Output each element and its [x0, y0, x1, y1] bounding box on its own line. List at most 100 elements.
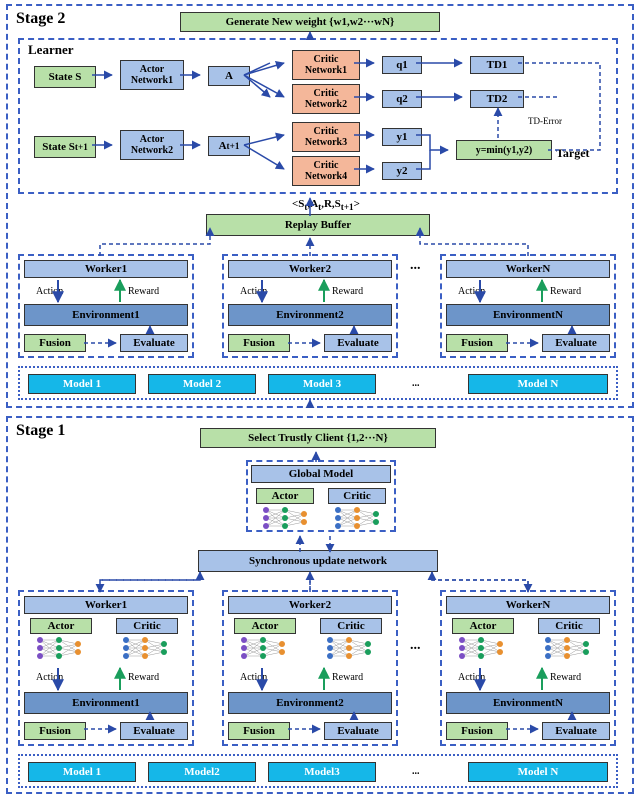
w1-critic: Critic — [116, 618, 178, 634]
action-lbl-s1-N: Action — [458, 672, 485, 683]
fusion-box-s2-N: Fusion — [446, 334, 508, 352]
models-ellipsis-s2: ... — [412, 378, 420, 389]
y2-box: y2 — [382, 162, 422, 180]
env1-box-s1: Environment1 — [24, 692, 188, 714]
At1-sub: t+1 — [227, 141, 240, 151]
action-A-box: A — [208, 66, 250, 86]
ellipsis-s2-workers: ... — [410, 258, 421, 274]
w2-actor-nn-icon — [236, 636, 290, 660]
global-model-box: Global Model Actor Critic — [246, 460, 396, 532]
workerN-group-s1: WorkerN Actor Critic Action Reward Envir… — [440, 590, 616, 746]
reward-lbl-s2-N: Reward — [550, 286, 581, 297]
models-row-s1: Model 1 Model2 Model3 ... Model N — [18, 754, 618, 788]
model3-s1: Model3 — [268, 762, 376, 782]
w2-critic: Critic — [320, 618, 382, 634]
state-st1-sub: t+1 — [75, 142, 88, 152]
modelN-s2: Model N — [468, 374, 608, 394]
actor-network2-box: Actor Network2 — [120, 130, 184, 160]
action-At1-box: At+1 — [208, 136, 250, 156]
global-critic: Critic — [328, 488, 386, 504]
state-s-box: State S — [34, 66, 96, 88]
wN-actor-nn-icon — [454, 636, 508, 660]
workerN-box-s1: WorkerN — [446, 596, 610, 614]
sync-network-box: Synchronous update network — [198, 550, 438, 572]
td-error-label: TD-Error — [528, 116, 562, 126]
evaluate-box-s2-N: Evaluate — [542, 334, 610, 352]
reward-lbl-s1-1: Reward — [128, 672, 159, 683]
w1-actor: Actor — [30, 618, 92, 634]
critic4-box: Critic Network4 — [292, 156, 360, 186]
w2-critic-nn-icon — [322, 636, 376, 660]
y1-box: y1 — [382, 128, 422, 146]
reward-lbl-s2-2: Reward — [332, 286, 363, 297]
stage1-container: Stage 1 Select Trustly Client {1,2···N} … — [6, 416, 634, 794]
q2-box: q2 — [382, 90, 422, 108]
replay-buffer-box: Replay Buffer — [206, 214, 430, 236]
worker2-group-s1: Worker2 Actor Critic Action Reward Envir… — [222, 590, 398, 746]
reward-lbl-s2-1: Reward — [128, 286, 159, 297]
envN-box-s2: EnvironmentN — [446, 304, 610, 326]
model3-s2: Model 3 — [268, 374, 376, 394]
td2-box: TD2 — [470, 90, 524, 108]
evaluate-box-s1-1: Evaluate — [120, 722, 188, 740]
worker1-group-s2: Worker1 Action Reward Environment1 Fusio… — [18, 254, 194, 358]
wN-critic: Critic — [538, 618, 600, 634]
worker1-box-s1: Worker1 — [24, 596, 188, 614]
target-y-box: y=min(y1,y2) — [456, 140, 552, 160]
model1-s1: Model 1 — [28, 762, 136, 782]
stage2-title: Stage 2 — [16, 10, 65, 28]
fusion-box-s2-2: Fusion — [228, 334, 290, 352]
learner-box: Learner State S Actor Network1 A State S… — [18, 38, 618, 194]
w1-critic-nn-icon — [118, 636, 172, 660]
model2-s2: Model 2 — [148, 374, 256, 394]
evaluate-box-s2-1: Evaluate — [120, 334, 188, 352]
global-actor-nn-icon — [258, 506, 312, 530]
global-critic-nn-icon — [330, 506, 384, 530]
td1-box: TD1 — [470, 56, 524, 74]
workerN-group-s2: WorkerN Action Reward EnvironmentN Fusio… — [440, 254, 616, 358]
actor-network1-box: Actor Network1 — [120, 60, 184, 90]
q1-box: q1 — [382, 56, 422, 74]
stage1-title: Stage 1 — [16, 422, 65, 440]
env2-box-s2: Environment2 — [228, 304, 392, 326]
reward-lbl-s1-2: Reward — [332, 672, 363, 683]
models-ellipsis-s1: ... — [412, 766, 420, 777]
action-lbl-s1-2: Action — [240, 672, 267, 683]
env2-box-s1: Environment2 — [228, 692, 392, 714]
models-row-s2: Model 1 Model 2 Model 3 ... Model N — [18, 366, 618, 400]
evaluate-box-s1-N: Evaluate — [542, 722, 610, 740]
select-client-box: Select Trustly Client {1,2···N} — [200, 428, 436, 448]
action-lbl-s2-2: Action — [240, 286, 267, 297]
action-lbl-s2-1: Action — [36, 286, 63, 297]
worker2-box-s1: Worker2 — [228, 596, 392, 614]
worker1-box-s2: Worker1 — [24, 260, 188, 278]
At1-text: A — [219, 140, 227, 152]
w2-actor: Actor — [234, 618, 296, 634]
target-label: Target — [556, 146, 590, 161]
generate-weight-box: Generate New weight {w1,w2···wN} — [180, 12, 440, 32]
workerN-box-s2: WorkerN — [446, 260, 610, 278]
evaluate-box-s1-2: Evaluate — [324, 722, 392, 740]
wN-actor: Actor — [452, 618, 514, 634]
worker1-group-s1: Worker1 Actor Critic Action Reward Envir… — [18, 590, 194, 746]
critic3-box: Critic Network3 — [292, 122, 360, 152]
modelN-s1: Model N — [468, 762, 608, 782]
critic1-box: Critic Network1 — [292, 50, 360, 80]
action-lbl-s2-N: Action — [458, 286, 485, 297]
critic2-box: Critic Network2 — [292, 84, 360, 114]
state-st1-text: State S — [42, 141, 75, 153]
global-actor: Actor — [256, 488, 314, 504]
envN-box-s1: EnvironmentN — [446, 692, 610, 714]
global-model-title: Global Model — [251, 465, 391, 483]
evaluate-box-s2-2: Evaluate — [324, 334, 392, 352]
action-lbl-s1-1: Action — [36, 672, 63, 683]
fusion-box-s2-1: Fusion — [24, 334, 86, 352]
worker2-group-s2: Worker2 Action Reward Environment2 Fusio… — [222, 254, 398, 358]
learner-title: Learner — [28, 42, 73, 58]
state-st1-box: State St+1 — [34, 136, 96, 158]
model1-s2: Model 1 — [28, 374, 136, 394]
fusion-box-s1-2: Fusion — [228, 722, 290, 740]
model2-s1: Model2 — [148, 762, 256, 782]
ellipsis-s1-workers: ... — [410, 638, 421, 654]
stage2-container: Stage 2 Generate New weight {w1,w2···wN}… — [6, 4, 634, 408]
